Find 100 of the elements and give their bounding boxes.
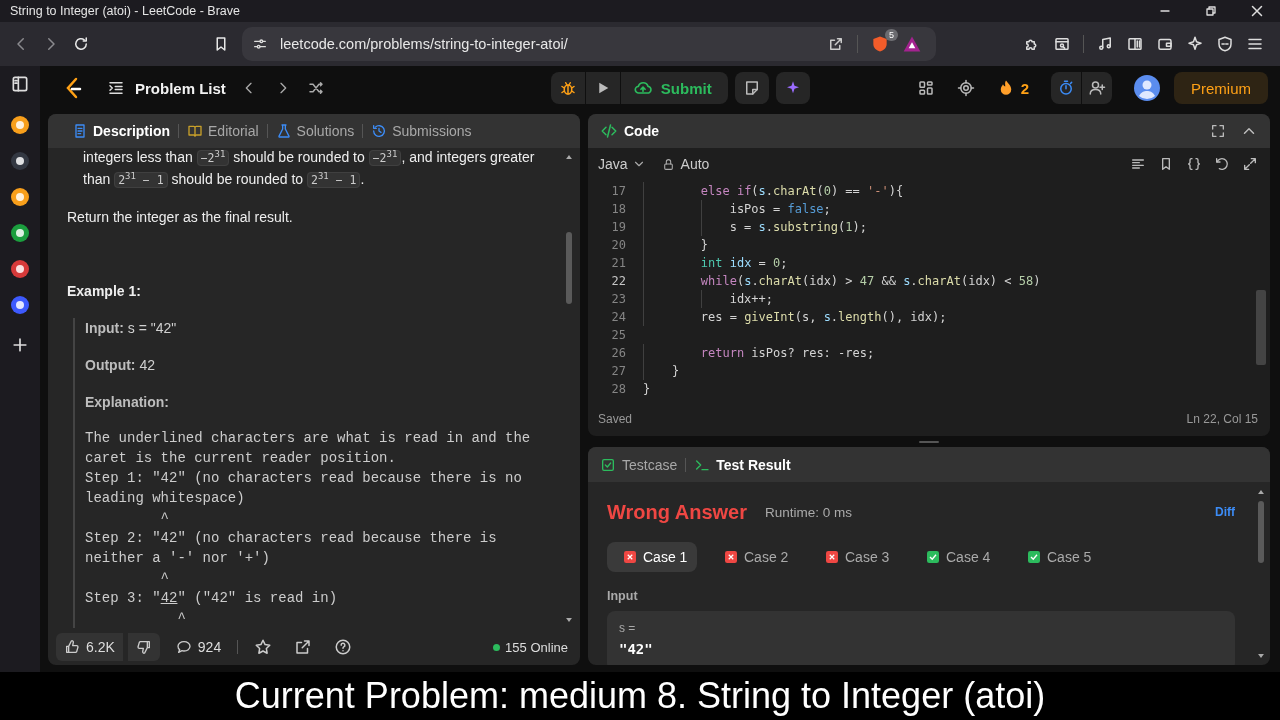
output-text: Output: 42: [85, 356, 156, 375]
like-button[interactable]: 6.2K: [56, 633, 123, 661]
premium-button[interactable]: Premium: [1174, 72, 1268, 104]
shuffle-icon[interactable]: [306, 79, 325, 97]
notes-button[interactable]: [734, 72, 769, 104]
paragraph-text: integers less than −2$^{31}$ should be rounded to −2$^{31}$ , and integers greater than 2$^{31}$ − 1 should be rounded to 2$^{31}$ − 1 .: [82, 148, 536, 190]
star-icon[interactable]: [254, 638, 273, 656]
panel-tab[interactable]: Solutions: [267, 114, 363, 148]
run-button[interactable]: [585, 72, 620, 104]
input-label: Input: [607, 589, 639, 603]
comments-button[interactable]: 924: [175, 639, 222, 655]
problem-list-link[interactable]: Problem List: [135, 79, 226, 97]
mode-label: Auto: [680, 156, 710, 172]
address-bar[interactable]: leetcode.com/problems/string-to-integer-atoi/ 5: [242, 27, 936, 61]
music-icon[interactable]: [1096, 35, 1114, 53]
code-line: else if(s.charAt(0) == '-'){: [700, 183, 904, 200]
line-number: 17: [610, 184, 626, 198]
case-tab[interactable]: Case 4: [910, 542, 1000, 572]
expand-icon[interactable]: [1242, 156, 1258, 172]
app-icon[interactable]: [10, 295, 30, 315]
panel-tab[interactable]: Editorial: [179, 114, 267, 148]
sidebar-toggle-icon[interactable]: [10, 74, 30, 94]
caption-text: Current Problem: medium 8. String to Integer (atoi): [234, 675, 1046, 717]
triangle-icon[interactable]: [902, 34, 922, 54]
line-number: 28: [610, 382, 626, 396]
app-icon[interactable]: [10, 223, 30, 243]
list-icon[interactable]: [107, 79, 125, 97]
comment-icon: [175, 639, 192, 655]
stopwatch-icon[interactable]: [1057, 79, 1075, 97]
paragraph-text: Return the integer as the final result.: [67, 208, 294, 227]
reset-icon[interactable]: [1214, 156, 1230, 172]
code-line: isPos = false;: [729, 201, 831, 218]
submit-button[interactable]: Submit: [620, 72, 728, 104]
sidebar-icon[interactable]: [1126, 35, 1144, 53]
dislike-button[interactable]: [127, 633, 160, 661]
explanation-label: Explanation:: [85, 393, 170, 412]
online-dot: [493, 643, 501, 651]
code-line: while(s.charAt(idx) > 47 && s.charAt(idx) < 58): [700, 273, 1041, 290]
line-number: 20: [610, 238, 626, 252]
case-tab[interactable]: Case 3: [809, 542, 899, 572]
flask-icon: [275, 123, 292, 139]
share-icon[interactable]: [294, 638, 313, 656]
streak-counter[interactable]: 2: [996, 79, 1029, 97]
search-icon[interactable]: [1053, 35, 1071, 53]
help-icon[interactable]: [334, 638, 353, 656]
cursor-position: Ln 22, Col 15: [1186, 412, 1258, 426]
panel-tab[interactable]: Testcase: [600, 456, 678, 473]
add-user-icon[interactable]: [1088, 79, 1106, 97]
restore-icon[interactable]: [1203, 3, 1219, 19]
panel-tab[interactable]: Description: [64, 114, 178, 148]
runtime-text: Runtime: 0 ms: [765, 504, 853, 520]
line-number: 24: [610, 310, 626, 324]
scroll-thumb[interactable]: [1258, 501, 1264, 563]
line-number: 19: [610, 220, 626, 234]
panel-tab[interactable]: Test Result: [694, 456, 791, 473]
app-icon[interactable]: [10, 187, 30, 207]
code-line: }: [671, 363, 680, 380]
avatar-icon[interactable]: [1134, 75, 1160, 101]
code-line: res = giveInt(s, s.length(), idx);: [700, 309, 947, 326]
result-status: Wrong Answer: [607, 500, 747, 524]
shield-icon[interactable]: [870, 34, 890, 54]
app-icon[interactable]: [10, 259, 30, 279]
site-settings-icon[interactable]: [252, 36, 268, 52]
fullscreen-icon[interactable]: [1210, 123, 1226, 139]
language-dropdown[interactable]: Java: [598, 156, 646, 172]
online-count: 155 Online: [505, 639, 568, 655]
case-tab[interactable]: Case 5: [1011, 542, 1101, 572]
reload-icon[interactable]: [72, 35, 90, 53]
app-icon[interactable]: [10, 115, 30, 135]
vpn-icon[interactable]: [1216, 35, 1234, 53]
code-line: }: [643, 381, 651, 398]
line-number: 18: [610, 202, 626, 216]
panel-tab[interactable]: Submissions: [363, 114, 480, 148]
scroll-thumb[interactable]: [1256, 290, 1266, 365]
variable-name: s =: [619, 621, 637, 635]
code-line: return isPos? res: -res;: [700, 345, 875, 362]
share-icon[interactable]: [827, 35, 845, 53]
format-icon[interactable]: [1130, 156, 1146, 172]
layout-icon[interactable]: [916, 79, 935, 97]
sparkle-icon[interactable]: [1186, 35, 1204, 53]
line-number: 23: [610, 292, 626, 306]
line-number: 21: [610, 256, 626, 270]
braces-icon[interactable]: [1186, 156, 1202, 172]
line-number: 25: [610, 328, 626, 342]
assistant-button[interactable]: [775, 72, 810, 104]
diff-link[interactable]: Diff: [1215, 505, 1235, 519]
code-line: }: [700, 237, 708, 254]
thumbs-up-icon: [64, 639, 80, 655]
case-tab[interactable]: Case 1: [607, 542, 697, 572]
line-number: 26: [610, 346, 626, 360]
thumbs-down-icon: [135, 639, 152, 655]
scroll-thumb[interactable]: [566, 232, 572, 304]
code-icon: [600, 122, 618, 140]
debug-button[interactable]: [550, 72, 585, 104]
code-line: idx++;: [729, 291, 774, 308]
lock-icon: [661, 157, 675, 171]
case-tab[interactable]: Case 2: [708, 542, 798, 572]
example-heading: Example 1:: [67, 282, 142, 301]
book-icon: [187, 123, 203, 139]
app-icon[interactable]: [10, 151, 30, 171]
